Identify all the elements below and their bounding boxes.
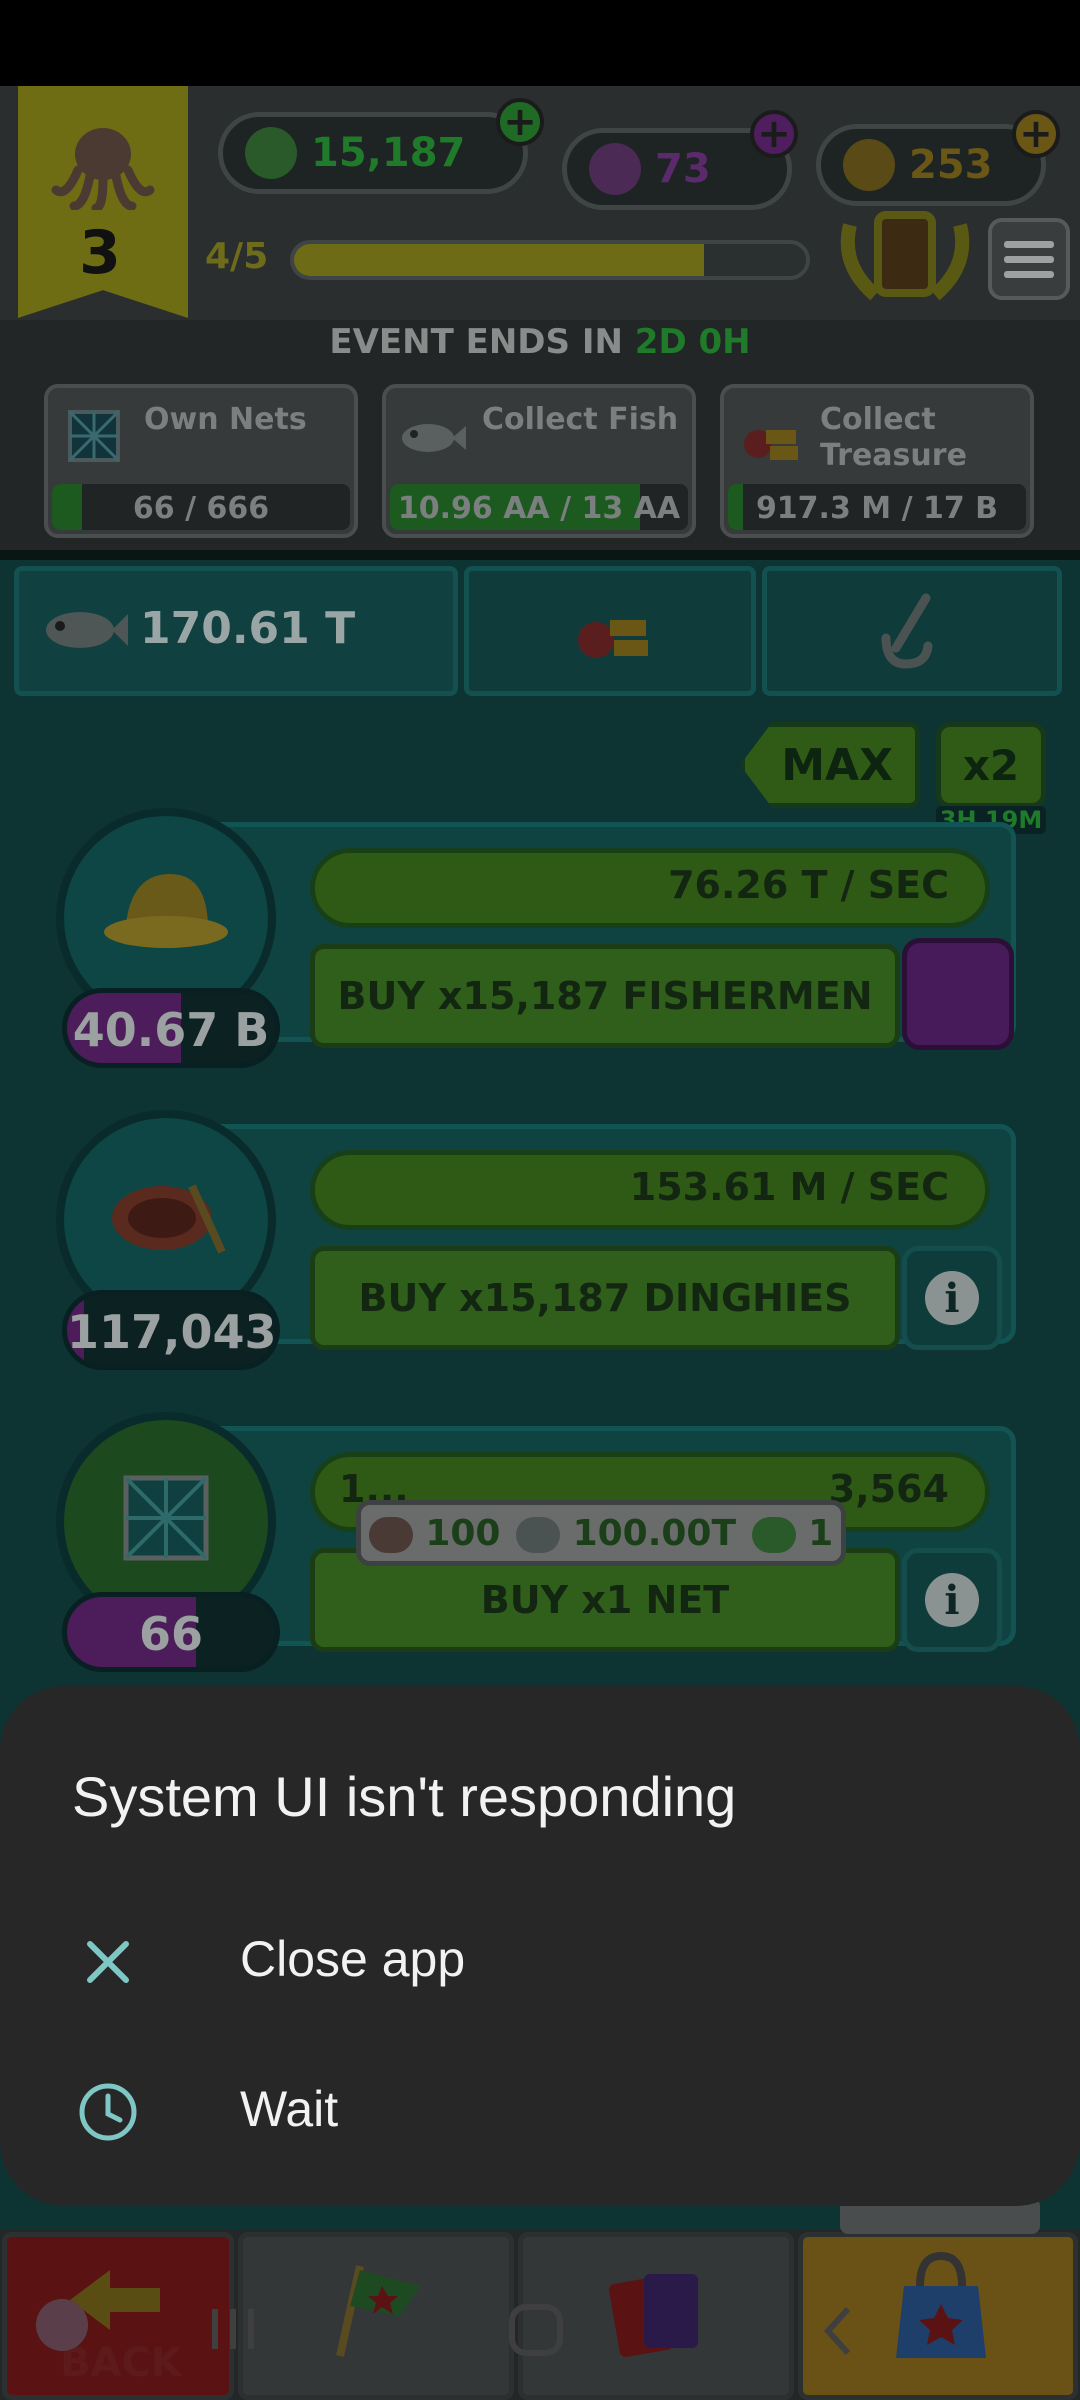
menu-button[interactable] (988, 218, 1070, 300)
event-timer: EVENT ENDS IN 2D 0H (329, 322, 751, 362)
potion-bottle-icon (589, 143, 641, 195)
level-progress-fill (294, 244, 704, 276)
dinghy-icon (368, 1516, 413, 1553)
event-card-progress-text: 917.3 M / 17 B (755, 491, 999, 526)
gold-bar-icon (843, 139, 895, 191)
add-helmets-button[interactable]: + (496, 98, 544, 146)
diving-helmet-icon (245, 127, 297, 179)
anchor-icon (881, 593, 933, 669)
x2-boost-button[interactable]: x2 (936, 722, 1046, 808)
treasure-icon (578, 620, 648, 658)
add-gold-button[interactable]: + (1012, 110, 1060, 158)
event-card-collect-fish[interactable]: Collect Fish 10.96 AA / 13 AA (382, 384, 696, 538)
wait-label: Wait (240, 2081, 339, 2137)
income-rate: 3,564 (828, 1467, 949, 1511)
info-button[interactable]: i (902, 1548, 1002, 1652)
home-icon (509, 2304, 563, 2356)
event-card-progress-text: 10.96 AA / 13 AA (397, 491, 681, 526)
owned-count: 66 (138, 1607, 203, 1661)
helmet-count: 15,187 (311, 130, 466, 176)
event-card-title: Collect Treasure (820, 402, 967, 473)
upgrade-row-dinghies: 117,043 153.61 M / SEC BUY x15,187 DINGH… (56, 1110, 1026, 1370)
fish-icon (516, 1516, 561, 1553)
game-controller-icon (36, 2299, 88, 2351)
fish-total: 170.61 T (140, 603, 356, 654)
cost-tooltip: 100 100.00T 1 (356, 1500, 846, 1566)
gold-count: 253 (909, 142, 993, 188)
income-rate: 153.61 M / SEC (629, 1165, 949, 1209)
event-card-collect-treasure[interactable]: Collect Treasure 917.3 M / 17 B (720, 384, 1034, 538)
recent-apps-icon (212, 2309, 254, 2349)
potion-count: 73 (655, 146, 711, 192)
buy-dinghies-button[interactable]: BUY x15,187 DINGHIES (310, 1246, 900, 1350)
upgrade-row-fishermen: 40.67 B 76.26 T / SEC BUY x15,187 FISHER… (56, 808, 1026, 1068)
fish-icon (46, 612, 128, 648)
fish-icon (402, 424, 466, 452)
income-rate-bar: 153.61 M / SEC (310, 1150, 990, 1230)
buy-fishermen-button[interactable]: BUY x15,187 FISHERMEN (310, 944, 900, 1048)
level-number: 3 (79, 218, 121, 288)
add-potions-button[interactable]: + (750, 110, 798, 158)
wait-option[interactable]: Wait (0, 2040, 1080, 2180)
owned-count: 40.67 B (72, 1003, 270, 1057)
status-bar (0, 0, 1080, 86)
level-progress-label: 4/5 (205, 236, 269, 277)
fisherman-hat-icon (104, 874, 228, 948)
income-rate: 76.26 T / SEC (668, 863, 949, 907)
system-nav-bar (36, 2299, 851, 2356)
diving-helmet-icon (751, 1516, 796, 1553)
event-card-title: Own Nets (144, 402, 307, 437)
max-button[interactable]: MAX (740, 722, 920, 808)
owned-count: 117,043 (67, 1305, 277, 1359)
treasure-icon (744, 430, 798, 460)
net-icon (68, 410, 120, 462)
income-rate-bar: 76.26 T / SEC (310, 848, 990, 928)
close-app-option[interactable]: Close app (0, 1890, 1080, 2030)
event-card-title: Collect Fish (482, 402, 679, 437)
close-icon (87, 1941, 129, 1983)
helmet-currency[interactable]: 15,187 (218, 112, 528, 194)
back-icon (823, 2306, 851, 2356)
info-button[interactable]: i (902, 1246, 1002, 1350)
level-progress-bar (290, 240, 810, 280)
info-icon: i (925, 1573, 979, 1627)
close-app-label: Close app (240, 1931, 466, 1987)
event-card-progress-text: 66 / 666 (132, 491, 270, 526)
clock-icon (79, 2083, 137, 2141)
upgrade-card-button[interactable] (902, 938, 1014, 1050)
info-icon: i (925, 1271, 979, 1325)
event-card-own-nets[interactable]: Own Nets 66 / 666 (44, 384, 358, 538)
dinghy-icon (112, 1184, 226, 1254)
dialog-title: System UI isn't responding (72, 1765, 737, 1828)
octopus-icon (51, 128, 155, 210)
laurel-badge-icon[interactable] (830, 205, 980, 305)
net-icon (123, 1475, 209, 1561)
